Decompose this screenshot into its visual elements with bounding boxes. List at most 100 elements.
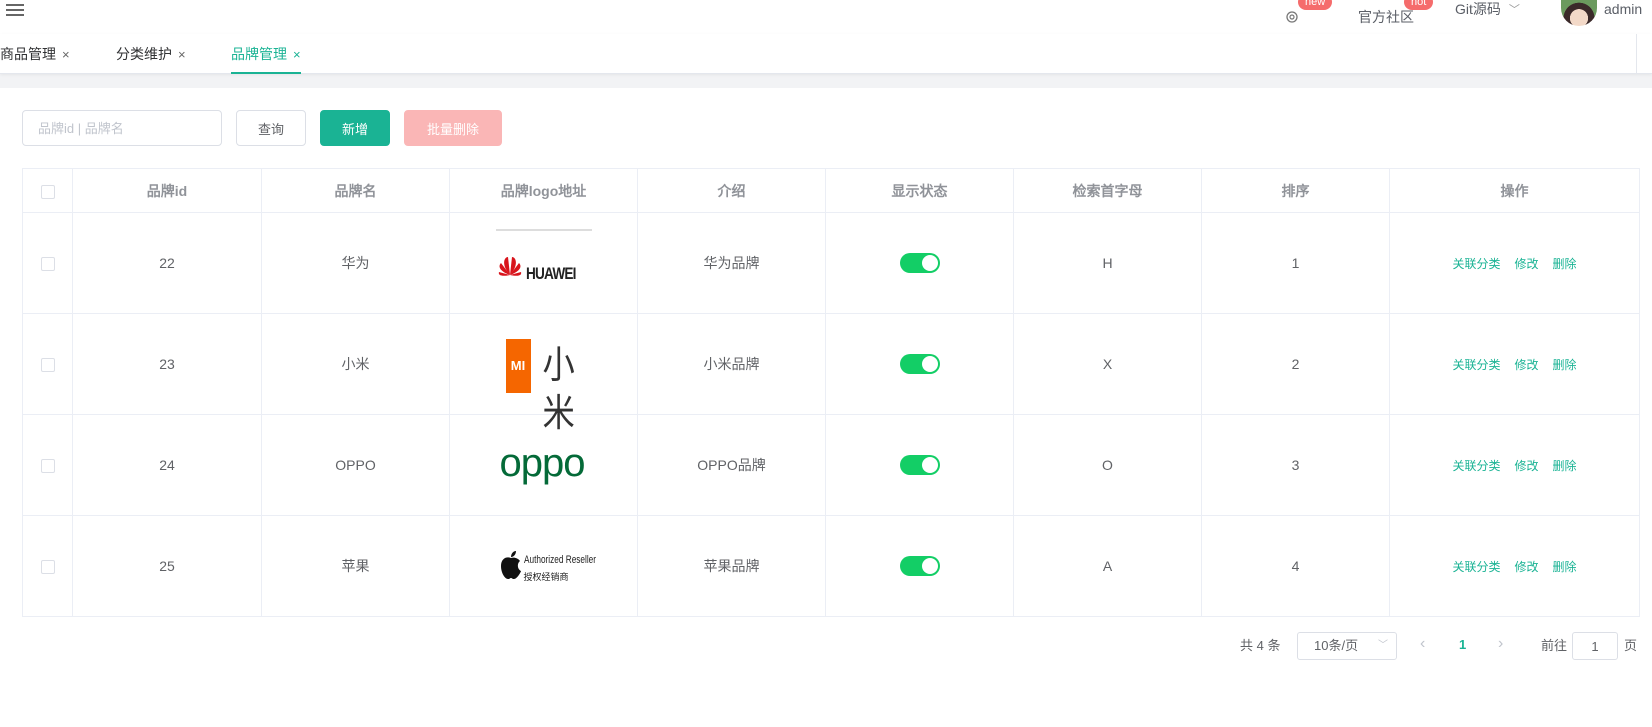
edit-link[interactable]: 修改 (1514, 358, 1538, 372)
row-checkbox[interactable] (40, 358, 55, 373)
tabs-scroll-right[interactable] (1636, 34, 1652, 74)
brand-intro: 小米品牌 (637, 313, 826, 415)
apple-logo: Authorized Reseller 授权经销商 (496, 532, 596, 600)
row-select-cell (22, 313, 73, 415)
relate-category-link[interactable]: 关联分类 (1452, 358, 1500, 372)
edit-link[interactable]: 修改 (1514, 257, 1538, 271)
select-all-checkbox[interactable] (40, 184, 55, 199)
xiaomi-logo: MI 小米 (496, 330, 592, 435)
sort-value: 3 (1201, 414, 1390, 516)
sort-value: 2 (1201, 313, 1390, 415)
row-checkbox[interactable] (40, 560, 55, 575)
settings-link[interactable]: new (1284, 0, 1333, 34)
delete-link[interactable]: 删除 (1553, 257, 1577, 271)
table-row: 22 华为 HUAWEI 华为品牌 H 1 关联分类 修改 删除 (22, 212, 1640, 314)
first-letter: X (1013, 313, 1202, 415)
query-button[interactable]: 查询 (236, 110, 306, 146)
goto-page-input[interactable] (1572, 632, 1618, 660)
brand-name: OPPO (261, 414, 450, 516)
mi-icon: MI (505, 339, 531, 393)
row-checkbox[interactable] (40, 257, 55, 272)
edit-link[interactable]: 修改 (1514, 459, 1538, 473)
brand-intro: 苹果品牌 (637, 515, 826, 617)
chevron-down-icon: ﹀ (1508, 4, 1520, 16)
brand-table: 品牌id 品牌名 品牌logo地址 介绍 显示状态 检索首字母 排序 操作 22… (22, 168, 1640, 617)
brand-logo-cell: HUAWEI (449, 212, 638, 314)
header-intro: 介绍 (637, 168, 826, 213)
show-status-cell (825, 313, 1014, 415)
hot-badge: hot (1404, 0, 1434, 10)
row-select-cell (22, 414, 73, 516)
actions-cell: 关联分类 修改 删除 (1389, 414, 1640, 516)
git-source-dropdown[interactable]: Git源码 ﹀ (1455, 0, 1520, 26)
username[interactable]: admin (1604, 0, 1642, 26)
show-status-toggle[interactable] (899, 253, 940, 273)
brand-name: 苹果 (261, 515, 450, 617)
actions-cell: 关联分类 修改 删除 (1389, 515, 1640, 617)
relate-category-link[interactable]: 关联分类 (1452, 257, 1500, 271)
header-brand-name: 品牌名 (261, 168, 450, 213)
total-count: 共 4 条 (1240, 637, 1281, 653)
add-button[interactable]: 新增 (320, 110, 390, 146)
header-show-status: 显示状态 (825, 168, 1014, 213)
show-status-toggle[interactable] (899, 354, 940, 374)
first-letter: A (1013, 515, 1202, 617)
actions-cell: 关联分类 修改 删除 (1389, 212, 1640, 314)
brand-logo-cell: MI 小米 (449, 313, 638, 435)
brand-intro: OPPO品牌 (637, 414, 826, 516)
tab-product-management[interactable]: 商品管理 × (0, 34, 70, 74)
first-letter: H (1013, 212, 1202, 314)
first-letter: O (1013, 414, 1202, 516)
brand-logo-cell: Authorized Reseller 授权经销商 (449, 515, 638, 617)
edit-link[interactable]: 修改 (1514, 560, 1538, 574)
table-row: 24 OPPO oppo OPPO品牌 O 3 关联分类 修改 删除 (22, 414, 1640, 516)
show-status-toggle[interactable] (899, 556, 940, 576)
tab-brand-management[interactable]: 品牌管理 × (231, 34, 301, 74)
sort-value: 4 (1201, 515, 1390, 617)
table-row: 23 小米 MI 小米 小米品牌 X 2 关联分类 修改 删除 (22, 313, 1640, 435)
apple-icon (500, 551, 521, 579)
show-status-cell (825, 414, 1014, 516)
row-select-cell (22, 515, 73, 617)
chevron-down-icon: ﹀ (1378, 640, 1388, 651)
brand-id: 24 (72, 414, 262, 516)
tab-label: 品牌管理 (231, 46, 287, 62)
page-size-value: 10条/页 (1314, 638, 1359, 653)
close-icon[interactable]: × (178, 47, 186, 62)
page-number-current[interactable]: 1 (1459, 630, 1466, 658)
tab-label: 分类维护 (116, 46, 172, 62)
close-icon[interactable]: × (293, 47, 301, 62)
huawei-logo-text: HUAWEI (525, 264, 576, 283)
header-actions: 操作 (1389, 168, 1640, 213)
prev-page-icon[interactable]: ‹ (1420, 630, 1425, 658)
brand-id: 23 (72, 313, 262, 415)
relate-category-link[interactable]: 关联分类 (1452, 459, 1500, 473)
tabs-bar: 商品管理 × 分类维护 × 品牌管理 × (0, 34, 1652, 74)
next-page-icon[interactable]: › (1498, 630, 1503, 658)
actions-cell: 关联分类 修改 删除 (1389, 313, 1640, 415)
goto-prefix: 前往 (1541, 637, 1568, 653)
community-link[interactable]: 官方社区 hot (1358, 0, 1434, 34)
header-first-letter: 检索首字母 (1013, 168, 1202, 213)
search-input[interactable] (22, 110, 222, 146)
table-header-row: 品牌id 品牌名 品牌logo地址 介绍 显示状态 检索首字母 排序 操作 (22, 168, 1640, 213)
oppo-logo: oppo (496, 431, 592, 499)
relate-category-link[interactable]: 关联分类 (1452, 560, 1500, 574)
brand-id: 22 (72, 212, 262, 314)
header-select-all[interactable] (22, 168, 73, 213)
page-size-select[interactable]: 10条/页 ﹀ (1297, 632, 1397, 660)
header-brand-logo: 品牌logo地址 (449, 168, 638, 213)
close-icon[interactable]: × (62, 47, 70, 62)
show-status-toggle[interactable] (899, 455, 940, 475)
git-source-label: Git源码 (1455, 1, 1501, 17)
batch-delete-button[interactable]: 批量删除 (404, 110, 502, 146)
huawei-logo: HUAWEI (495, 229, 592, 297)
header-brand-id: 品牌id (72, 168, 262, 213)
avatar[interactable] (1561, 0, 1597, 26)
delete-link[interactable]: 删除 (1553, 358, 1577, 372)
delete-link[interactable]: 删除 (1553, 560, 1577, 574)
delete-link[interactable]: 删除 (1553, 459, 1577, 473)
row-checkbox[interactable] (40, 459, 55, 474)
tab-category-maintenance[interactable]: 分类维护 × (116, 34, 186, 74)
hamburger-menu-icon[interactable] (6, 2, 24, 18)
